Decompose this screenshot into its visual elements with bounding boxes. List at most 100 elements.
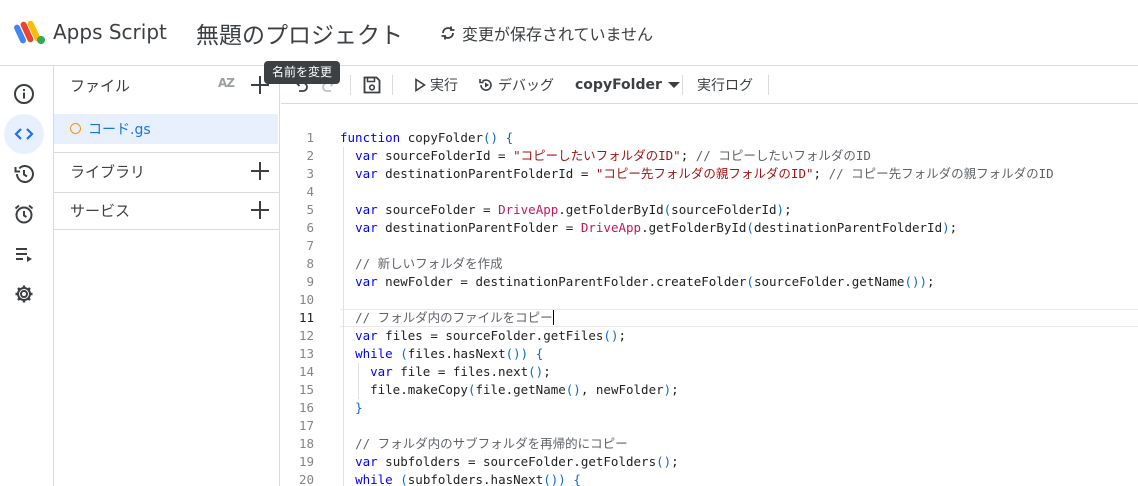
files-label: ファイル xyxy=(70,76,131,95)
line-number: 18 xyxy=(298,436,314,451)
code-line[interactable]: 12 var files = sourceFolder.getFiles(); xyxy=(281,327,1138,345)
code-line[interactable]: 14 var file = files.next(); xyxy=(281,363,1138,381)
line-number: 6 xyxy=(306,220,314,235)
editor-button[interactable] xyxy=(4,114,44,154)
line-code: // フォルダ内のサブフォルダを再帰的にコピー xyxy=(355,436,628,451)
debug-button[interactable]: デバッグ xyxy=(478,66,554,104)
code-editor[interactable]: 1 function copyFolder() { 2 var sourceFold… xyxy=(281,104,1138,486)
info-icon xyxy=(14,84,34,104)
line-number: 3 xyxy=(306,166,314,181)
line-number: 12 xyxy=(298,328,314,343)
code-line[interactable]: 15 file.makeCopy(file.getName(), newFold… xyxy=(281,381,1138,399)
apps-script-editor: Apps Script 無題のプロジェクト 変更が保存されていません ファイル … xyxy=(0,0,1138,486)
code-line[interactable]: 6 var destinationParentFolder = DriveApp… xyxy=(281,219,1138,237)
line-number: 7 xyxy=(306,238,314,253)
files-section-header: ファイル AZ xyxy=(54,66,280,104)
left-rail xyxy=(0,66,54,486)
code-line[interactable]: 1 function copyFolder() { xyxy=(281,129,1138,147)
executions-icon xyxy=(16,248,32,262)
services-section-header: サービス xyxy=(54,191,280,229)
debug-label: デバッグ xyxy=(498,78,554,94)
run-button[interactable]: 実行 xyxy=(414,66,458,104)
line-number: 19 xyxy=(298,454,314,469)
save-icon xyxy=(363,76,381,94)
line-number: 17 xyxy=(298,418,314,433)
code-line[interactable]: 11 // フォルダ内のファイルをコピー xyxy=(281,309,1138,327)
project-title[interactable]: 無題のプロジェクト xyxy=(196,16,403,50)
line-number: 16 xyxy=(298,400,314,415)
line-code: while (files.hasNext()) { xyxy=(355,346,544,361)
overview-button[interactable] xyxy=(4,74,44,114)
libraries-label: ライブラリ xyxy=(70,162,146,181)
code-line[interactable]: 13 while (files.hasNext()) { xyxy=(281,345,1138,363)
libraries-section-header: ライブラリ xyxy=(54,152,280,190)
line-code: var destinationParentFolder = DriveApp.g… xyxy=(355,220,958,235)
line-code: var subfolders = sourceFolder.getFolders… xyxy=(355,454,679,469)
project-history-button[interactable] xyxy=(4,154,44,194)
line-number: 1 xyxy=(306,130,314,145)
editor-toolbar: 実行 デバッグ copyFolder 実行ログ xyxy=(281,66,1138,104)
apps-script-logo-icon[interactable] xyxy=(14,18,48,48)
code-line[interactable]: 20 while (subfolders.hasNext()) { xyxy=(281,471,1138,486)
line-code: function copyFolder() { xyxy=(340,130,514,145)
line-code: var file = files.next(); xyxy=(370,364,551,379)
code-line[interactable]: 16 } xyxy=(281,399,1138,417)
triggers-button[interactable] xyxy=(4,194,44,234)
line-number: 14 xyxy=(298,364,314,379)
services-label: サービス xyxy=(70,201,131,220)
settings-button[interactable] xyxy=(4,274,44,314)
debug-icon xyxy=(479,79,492,91)
save-status-text: 変更が保存されていません xyxy=(462,25,654,44)
toolbar-divider xyxy=(392,75,393,95)
line-code: var files = sourceFolder.getFiles(); xyxy=(355,328,627,343)
file-name: コード.gs xyxy=(88,122,151,138)
executions-button[interactable] xyxy=(4,234,44,274)
line-number: 2 xyxy=(306,148,314,163)
save-button[interactable] xyxy=(362,66,382,104)
code-line[interactable]: 4 xyxy=(281,183,1138,201)
line-number: 15 xyxy=(298,382,314,397)
line-number: 8 xyxy=(306,256,314,271)
line-number: 13 xyxy=(298,346,314,361)
line-number: 10 xyxy=(298,292,314,307)
add-library-button[interactable] xyxy=(250,161,270,181)
line-number: 9 xyxy=(306,274,314,289)
line-code: var destinationParentFolderId = "コピー先フォル… xyxy=(355,166,1054,181)
line-number: 5 xyxy=(306,202,314,217)
toolbar-divider xyxy=(682,75,683,95)
history-icon xyxy=(14,165,34,183)
line-code: } xyxy=(355,400,363,415)
add-service-button[interactable] xyxy=(250,200,270,220)
gear-icon xyxy=(15,285,33,303)
code-line[interactable]: 17 xyxy=(281,417,1138,435)
line-number: 4 xyxy=(306,184,314,199)
line-code: var newFolder = destinationParentFolder.… xyxy=(355,274,935,289)
sync-icon xyxy=(440,25,456,41)
files-panel: ファイル AZ コード.gs ライブラリ サービス xyxy=(54,66,280,486)
execution-log-button[interactable]: 実行ログ xyxy=(697,66,753,104)
code-line[interactable]: 8 // 新しいフォルダを作成 xyxy=(281,255,1138,273)
rename-tooltip: 名前を変更 xyxy=(264,61,341,84)
code-line[interactable]: 19 var subfolders = sourceFolder.getFold… xyxy=(281,453,1138,471)
toolbar-divider xyxy=(768,75,769,95)
line-code: file.makeCopy(file.getName(), newFolder)… xyxy=(340,382,679,397)
execution-log-label: 実行ログ xyxy=(697,78,753,94)
function-select-value: copyFolder xyxy=(575,77,662,93)
code-line[interactable]: 5 var sourceFolder = DriveApp.getFolderB… xyxy=(281,201,1138,219)
file-item-code-gs[interactable]: コード.gs xyxy=(54,114,278,144)
code-line[interactable]: 10 xyxy=(281,291,1138,309)
run-label: 実行 xyxy=(430,78,458,94)
save-status: 変更が保存されていません xyxy=(440,21,653,45)
line-number: 11 xyxy=(298,310,314,325)
code-line[interactable]: 3 var destinationParentFolderId = "コピー先フ… xyxy=(281,165,1138,183)
code-line[interactable]: 18 // フォルダ内のサブフォルダを再帰的にコピー xyxy=(281,435,1138,453)
panel-divider xyxy=(54,229,280,230)
sort-az-icon[interactable]: AZ xyxy=(218,76,235,90)
alarm-icon xyxy=(14,204,34,224)
code-line[interactable]: 9 var newFolder = destinationParentFolde… xyxy=(281,273,1138,291)
app-name[interactable]: Apps Script xyxy=(53,20,167,44)
code-line[interactable]: 2 var sourceFolderId = "コピーしたいフォルダのID"; … xyxy=(281,147,1138,165)
code-line[interactable]: 7 xyxy=(281,237,1138,255)
function-select[interactable]: copyFolder xyxy=(575,66,680,104)
toolbar-divider xyxy=(350,75,351,95)
